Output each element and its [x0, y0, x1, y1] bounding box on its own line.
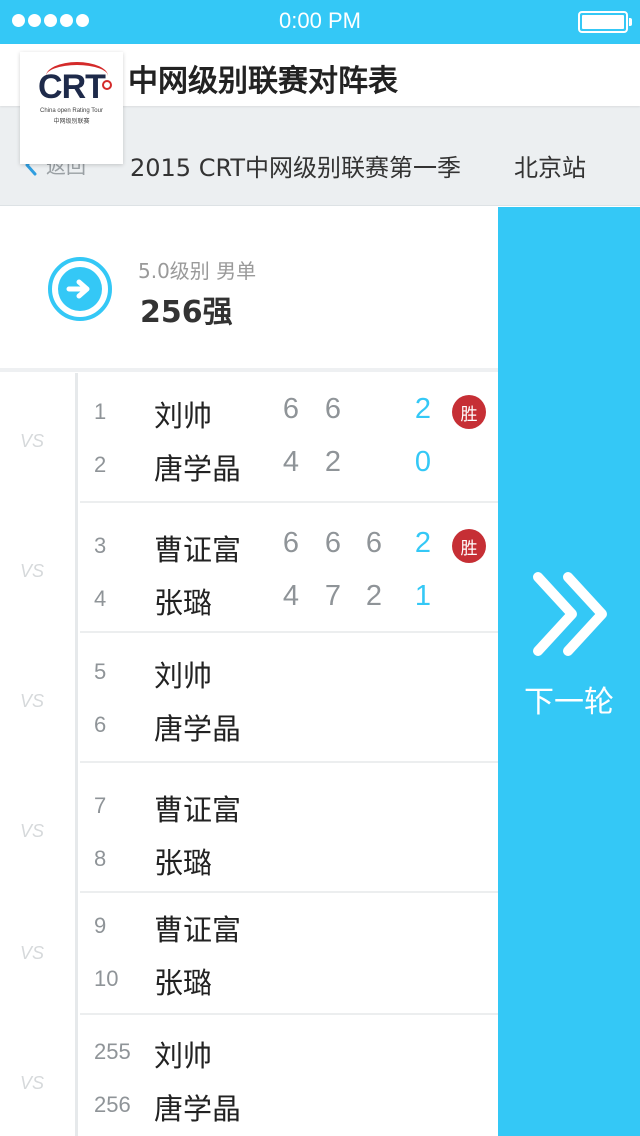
seed-number: 255 — [94, 1039, 131, 1064]
double-chevron-right-icon — [533, 572, 607, 656]
seed-number: 3 — [94, 533, 107, 558]
set-score: 4 — [282, 446, 300, 478]
vs-column: VS VS VS VS VS VS — [0, 373, 78, 1136]
player-row: 10 张璐 — [80, 960, 498, 1000]
bracket-panel: 5.0级别 男单 256强 VS VS VS VS VS VS 1 刘帅 6 6… — [0, 207, 498, 1136]
player-name: 张璐 — [154, 966, 213, 1000]
vs-label: VS — [20, 561, 45, 581]
player-name: 唐学晶 — [154, 452, 242, 486]
logo-mark: CRT — [38, 68, 106, 106]
player-name: 曹证富 — [154, 793, 242, 827]
match-list: 1 刘帅 6 6 2 胜 2 唐学晶 4 2 0 3 曹证富 6 6 6 2 胜… — [80, 373, 498, 1136]
seed-number: 2 — [94, 452, 107, 477]
player-name: 刘帅 — [154, 659, 213, 693]
set-score: 6 — [324, 527, 342, 559]
seed-number: 4 — [94, 586, 107, 611]
sets-won: 2 — [414, 527, 432, 559]
player-row: 256 唐学晶 — [80, 1086, 498, 1126]
player-name: 曹证富 — [154, 913, 242, 947]
status-time: 0:00 PM — [279, 8, 361, 33]
arrow-right-circle-icon[interactable] — [48, 257, 112, 321]
match-card[interactable]: 255 刘帅 256 唐学晶 — [80, 1015, 498, 1136]
match-card[interactable]: 1 刘帅 6 6 2 胜 2 唐学晶 4 2 0 — [80, 373, 498, 503]
next-round-button[interactable]: 下一轮 — [498, 207, 640, 1136]
player-row: 7 曹证富 — [80, 787, 498, 827]
vs-label: VS — [20, 943, 45, 963]
player-row: 9 曹证富 — [80, 907, 498, 947]
player-name: 张璐 — [154, 586, 213, 620]
set-score: 7 — [324, 580, 342, 612]
set-score: 2 — [365, 580, 383, 612]
player-name: 唐学晶 — [154, 712, 242, 746]
logo-english: China open Rating Tour — [40, 108, 103, 114]
round-title: 256强 — [140, 295, 233, 330]
vs-label: VS — [20, 431, 45, 451]
player-name: 刘帅 — [154, 399, 213, 433]
win-badge: 胜 — [452, 395, 486, 429]
set-score: 6 — [365, 527, 383, 559]
set-score: 6 — [282, 393, 300, 425]
season-title: 2015 CRT中网级别联赛第一季 — [130, 154, 462, 182]
vs-label: VS — [20, 821, 45, 841]
player-name: 曹证富 — [154, 533, 242, 567]
crt-logo[interactable]: CRT China open Rating Tour 中网级别联赛 — [20, 52, 123, 164]
player-name: 唐学晶 — [154, 1092, 242, 1126]
match-card[interactable]: 3 曹证富 6 6 6 2 胜 4 张璐 4 7 2 1 — [80, 503, 498, 633]
match-card[interactable]: 9 曹证富 10 张璐 — [80, 893, 498, 1015]
player-row: 5 刘帅 — [80, 653, 498, 693]
status-bar: 0:00 PM — [0, 0, 640, 44]
match-card[interactable]: 5 刘帅 6 唐学晶 — [80, 633, 498, 763]
battery-icon — [578, 11, 632, 33]
player-row: 2 唐学晶 4 2 0 — [80, 446, 498, 486]
set-score: 6 — [282, 527, 300, 559]
round-category: 5.0级别 男单 — [138, 259, 257, 283]
player-row: 255 刘帅 — [80, 1033, 498, 1073]
seed-number: 10 — [94, 966, 119, 991]
player-name: 张璐 — [154, 846, 213, 880]
seed-number: 256 — [94, 1092, 131, 1117]
seed-number: 6 — [94, 712, 107, 737]
player-row: 4 张璐 4 7 2 1 — [80, 580, 498, 620]
player-row: 1 刘帅 6 6 2 胜 — [80, 393, 498, 433]
sets-won: 0 — [414, 446, 432, 478]
next-round-label: 下一轮 — [524, 685, 614, 720]
sets-won: 2 — [414, 393, 432, 425]
station-label[interactable]: 北京站 — [514, 148, 586, 183]
seed-number: 7 — [94, 793, 107, 818]
round-card: 5.0级别 男单 256强 — [0, 207, 498, 372]
set-score: 4 — [282, 580, 300, 612]
set-score: 2 — [324, 446, 342, 478]
seed-number: 9 — [94, 913, 107, 938]
seed-number: 1 — [94, 399, 107, 424]
player-row: 3 曹证富 6 6 6 2 胜 — [80, 527, 498, 567]
vs-label: VS — [20, 1073, 45, 1093]
seed-number: 8 — [94, 846, 107, 871]
sets-won: 1 — [414, 580, 432, 612]
win-badge: 胜 — [452, 529, 486, 563]
logo-chinese: 中网级别联赛 — [53, 118, 90, 125]
seed-number: 5 — [94, 659, 107, 684]
app-title: 中网级别联赛对阵表 — [128, 64, 398, 99]
player-name: 刘帅 — [154, 1039, 213, 1073]
player-row: 8 张璐 — [80, 840, 498, 880]
set-score: 6 — [324, 393, 342, 425]
player-row: 6 唐学晶 — [80, 706, 498, 746]
match-card[interactable]: 7 曹证富 8 张璐 — [80, 763, 498, 893]
vs-label: VS — [20, 691, 45, 711]
